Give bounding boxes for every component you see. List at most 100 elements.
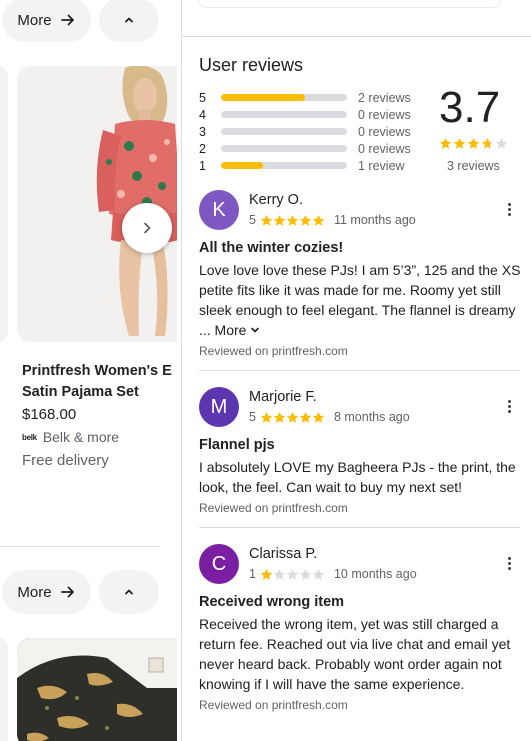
carousel-next-button[interactable] bbox=[122, 203, 172, 253]
rating-row-stars: 1 bbox=[199, 158, 206, 173]
rating-row-1[interactable]: 1 1 review bbox=[199, 157, 411, 174]
avatar: C bbox=[199, 544, 239, 584]
total-review-count: 3 reviews bbox=[447, 159, 500, 173]
review-meta: 5 11 months ago bbox=[249, 213, 416, 227]
divider bbox=[199, 527, 520, 528]
previous-product-card-edge-2[interactable] bbox=[0, 638, 8, 741]
rating-row-count: 0 reviews bbox=[358, 107, 411, 122]
star-icon bbox=[260, 214, 273, 226]
more-options-icon[interactable] bbox=[508, 400, 511, 413]
review-rating: 5 bbox=[249, 213, 256, 227]
rating-row-4[interactable]: 4 0 reviews bbox=[199, 106, 411, 123]
reviewer-name: Kerry O. bbox=[249, 192, 303, 208]
star-icon bbox=[273, 411, 286, 423]
review-meta: 1 10 months ago bbox=[249, 567, 417, 581]
more-button-2[interactable]: More bbox=[2, 570, 91, 614]
arrow-right-icon bbox=[60, 14, 74, 26]
star-icon bbox=[286, 214, 299, 226]
divider bbox=[199, 370, 520, 371]
star-icon bbox=[299, 568, 312, 580]
read-more-link[interactable]: ... More bbox=[199, 320, 261, 340]
more-button[interactable]: More bbox=[2, 0, 91, 42]
review-body: I absolutely LOVE my Bagheera PJs - the … bbox=[199, 459, 516, 495]
review-stars bbox=[260, 214, 325, 227]
review-date: 10 months ago bbox=[333, 567, 417, 581]
review-source: Reviewed on printfresh.com bbox=[199, 344, 348, 358]
review-text: Love love love these PJs! I am 5’3”, 125… bbox=[199, 262, 521, 318]
product-title[interactable]: Printfresh Women's E Satin Pajama Set bbox=[22, 361, 172, 403]
star-icon bbox=[439, 137, 452, 149]
rating-row-stars: 2 bbox=[199, 141, 206, 156]
rating-row-3[interactable]: 3 0 reviews bbox=[199, 123, 411, 140]
chevron-right-icon bbox=[144, 222, 151, 234]
review-stars bbox=[260, 568, 325, 581]
collapse-button[interactable] bbox=[99, 0, 159, 42]
review-source: Reviewed on printfresh.com bbox=[199, 698, 348, 712]
review-title: Received wrong item bbox=[199, 594, 345, 610]
star-icon bbox=[273, 214, 286, 226]
previous-product-card-edge[interactable] bbox=[0, 66, 8, 342]
review-meta: 5 8 months ago bbox=[249, 410, 410, 424]
reviewer-name: Clarissa P. bbox=[249, 546, 318, 562]
review-title: Flannel pjs bbox=[199, 437, 275, 453]
more-options-icon[interactable] bbox=[508, 203, 511, 216]
product-store[interactable]: belk Belk & more bbox=[22, 429, 119, 445]
review-title: All the winter cozies! bbox=[199, 240, 344, 256]
review-body: Love love love these PJs! I am 5’3”, 125… bbox=[199, 260, 521, 340]
star-icon bbox=[286, 411, 299, 423]
product-carousel-column: More Printfresh Women's E Satin Pajama S… bbox=[0, 0, 180, 741]
user-reviews-heading: User reviews bbox=[199, 55, 304, 75]
average-rating-stars bbox=[439, 137, 508, 150]
rating-row-stars: 3 bbox=[199, 124, 206, 139]
star-icon bbox=[260, 568, 273, 580]
rating-row-count: 0 reviews bbox=[358, 141, 411, 156]
store-name: Belk & more bbox=[42, 429, 120, 445]
panel-top-edge bbox=[197, 0, 502, 8]
star-icon bbox=[453, 137, 466, 149]
rating-row-count: 1 review bbox=[358, 158, 405, 173]
average-rating: 3.7 bbox=[439, 83, 501, 132]
belk-logo: belk bbox=[22, 432, 37, 442]
review-stars bbox=[260, 411, 325, 424]
reviewer-name: Marjorie F. bbox=[249, 389, 317, 405]
chevron-up-icon bbox=[125, 589, 133, 595]
chevron-up-icon bbox=[125, 17, 133, 23]
more-label: More bbox=[17, 583, 52, 601]
more-options-icon[interactable] bbox=[508, 557, 511, 570]
star-icon bbox=[273, 568, 286, 580]
star-icon bbox=[299, 411, 312, 423]
product-image-2[interactable] bbox=[17, 638, 177, 741]
star-icon bbox=[312, 214, 325, 226]
delivery-info: Free delivery bbox=[22, 452, 109, 469]
star-icon bbox=[312, 568, 325, 580]
star-icon bbox=[299, 214, 312, 226]
collapse-button-2[interactable] bbox=[99, 570, 159, 614]
avatar: M bbox=[199, 387, 239, 427]
rating-row-stars: 4 bbox=[199, 107, 206, 122]
review-rating: 5 bbox=[249, 410, 256, 424]
star-icon bbox=[495, 137, 508, 149]
rating-row-count: 2 reviews bbox=[358, 90, 411, 105]
product-title-line-1: Printfresh Women's E bbox=[22, 363, 172, 379]
divider bbox=[0, 546, 159, 547]
chevron-down-icon bbox=[251, 327, 260, 333]
review-rating: 1 bbox=[249, 567, 256, 581]
rating-row-5[interactable]: 5 2 reviews bbox=[199, 89, 411, 106]
rating-row-2[interactable]: 2 0 reviews bbox=[199, 140, 411, 157]
rating-distribution: 5 2 reviews 4 0 reviews 3 0 reviews 2 0 … bbox=[199, 89, 411, 174]
more-label: More bbox=[17, 11, 52, 29]
star-icon bbox=[467, 137, 480, 149]
arrow-right-icon bbox=[60, 586, 74, 598]
read-more-label: ... More bbox=[199, 322, 247, 338]
review-date: 11 months ago bbox=[333, 213, 416, 227]
rating-row-stars: 5 bbox=[199, 90, 206, 105]
rating-bar bbox=[221, 128, 347, 135]
star-icon bbox=[260, 411, 273, 423]
star-icon bbox=[481, 137, 494, 149]
rating-bar bbox=[221, 145, 347, 152]
avatar: K bbox=[199, 190, 239, 230]
leopard-pajama-photo bbox=[17, 638, 177, 741]
rating-bar bbox=[221, 162, 347, 169]
review-body: Received the wrong item, yet was still c… bbox=[199, 616, 511, 692]
rating-bar bbox=[221, 94, 347, 101]
